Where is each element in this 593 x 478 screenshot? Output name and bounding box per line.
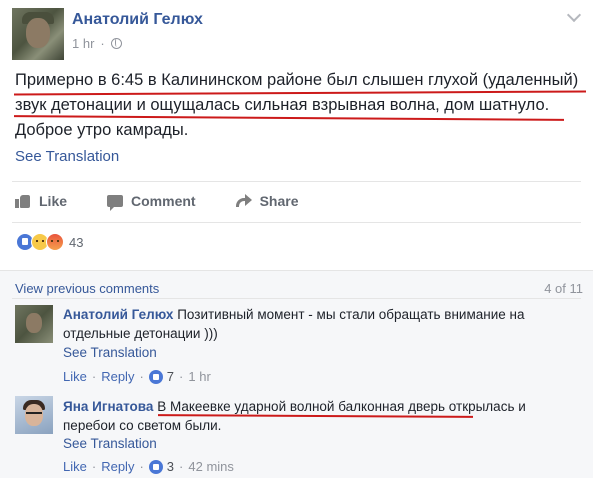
like-icon — [148, 369, 163, 384]
post-actions: Like Comment Share — [15, 193, 339, 211]
comment-author[interactable]: Анатолий Гелюх — [63, 307, 173, 322]
comment-text: отдельные детонации ))) — [63, 326, 218, 341]
like-label: Like — [39, 193, 68, 209]
post-text-line-1: Примерно в 6:45 в Калининском районе был… — [15, 71, 579, 89]
avatar-face — [26, 18, 50, 48]
comment-button[interactable]: Comment — [107, 193, 196, 211]
comment-like-count[interactable]: 7 — [167, 369, 174, 384]
post-text-line-2: звук детонации и ощущалась сильная взрыв… — [15, 96, 550, 114]
share-label: Share — [259, 193, 299, 209]
comment-text: открылась и — [448, 399, 526, 414]
see-translation-link[interactable]: See Translation — [15, 148, 119, 165]
commenter-avatar[interactable] — [15, 396, 53, 434]
comment-text: перебои со светом были. — [63, 418, 222, 433]
post-timestamp[interactable]: 1 hr — [72, 36, 94, 51]
like-icon — [148, 459, 163, 474]
reactions-summary[interactable]: 43 — [16, 233, 83, 251]
like-button[interactable]: Like — [15, 193, 67, 209]
divider — [0, 270, 593, 271]
divider — [12, 181, 581, 182]
see-translation-link[interactable]: See Translation — [63, 345, 157, 360]
comment-label: Comment — [131, 193, 196, 209]
comment-reply-link[interactable]: Reply — [101, 369, 134, 384]
globe-icon — [110, 38, 122, 49]
comment-like-link[interactable]: Like — [63, 459, 87, 474]
comment-text: В Макеевке ударной волной балконная двер… — [157, 399, 446, 414]
comment-actions: Like · Reply · 3 · 42 mins — [63, 459, 234, 474]
post-text: Примерно в 6:45 в Калининском районе был… — [15, 68, 585, 143]
post-author-name[interactable]: Анатолий Гелюх — [72, 11, 203, 29]
comment-text: Позитивный момент - мы стали обращать вн… — [177, 307, 525, 322]
comment-body: Анатолий Гелюх Позитивный момент - мы ст… — [63, 305, 583, 343]
chevron-down-icon[interactable] — [566, 7, 582, 23]
comment-timestamp[interactable]: 42 mins — [188, 459, 234, 474]
author-avatar[interactable] — [12, 8, 64, 60]
comment-icon — [107, 195, 124, 211]
commenter-avatar[interactable] — [15, 305, 53, 343]
comment-like-link[interactable]: Like — [63, 369, 87, 384]
share-icon — [235, 194, 252, 208]
comment-like-count[interactable]: 3 — [167, 459, 174, 474]
divider — [12, 222, 581, 223]
comment-pager: 4 of 11 — [544, 281, 583, 296]
view-previous-comments-link[interactable]: View previous comments — [15, 281, 159, 296]
comment-author[interactable]: Яна Игнатова — [63, 399, 153, 414]
see-translation-link[interactable]: See Translation — [63, 436, 157, 451]
post-text-line-3: Доброе утро камрады. — [15, 121, 189, 139]
comment-timestamp[interactable]: 1 hr — [188, 369, 210, 384]
comment-reply-link[interactable]: Reply — [101, 459, 134, 474]
reaction-count: 43 — [69, 234, 84, 250]
angry-icon — [46, 233, 64, 251]
post-meta: 1 hr · — [72, 36, 122, 51]
thumbs-up-icon — [15, 194, 31, 208]
comment-actions: Like · Reply · 7 · 1 hr — [63, 369, 211, 384]
share-button[interactable]: Share — [235, 193, 299, 209]
divider — [12, 298, 581, 299]
